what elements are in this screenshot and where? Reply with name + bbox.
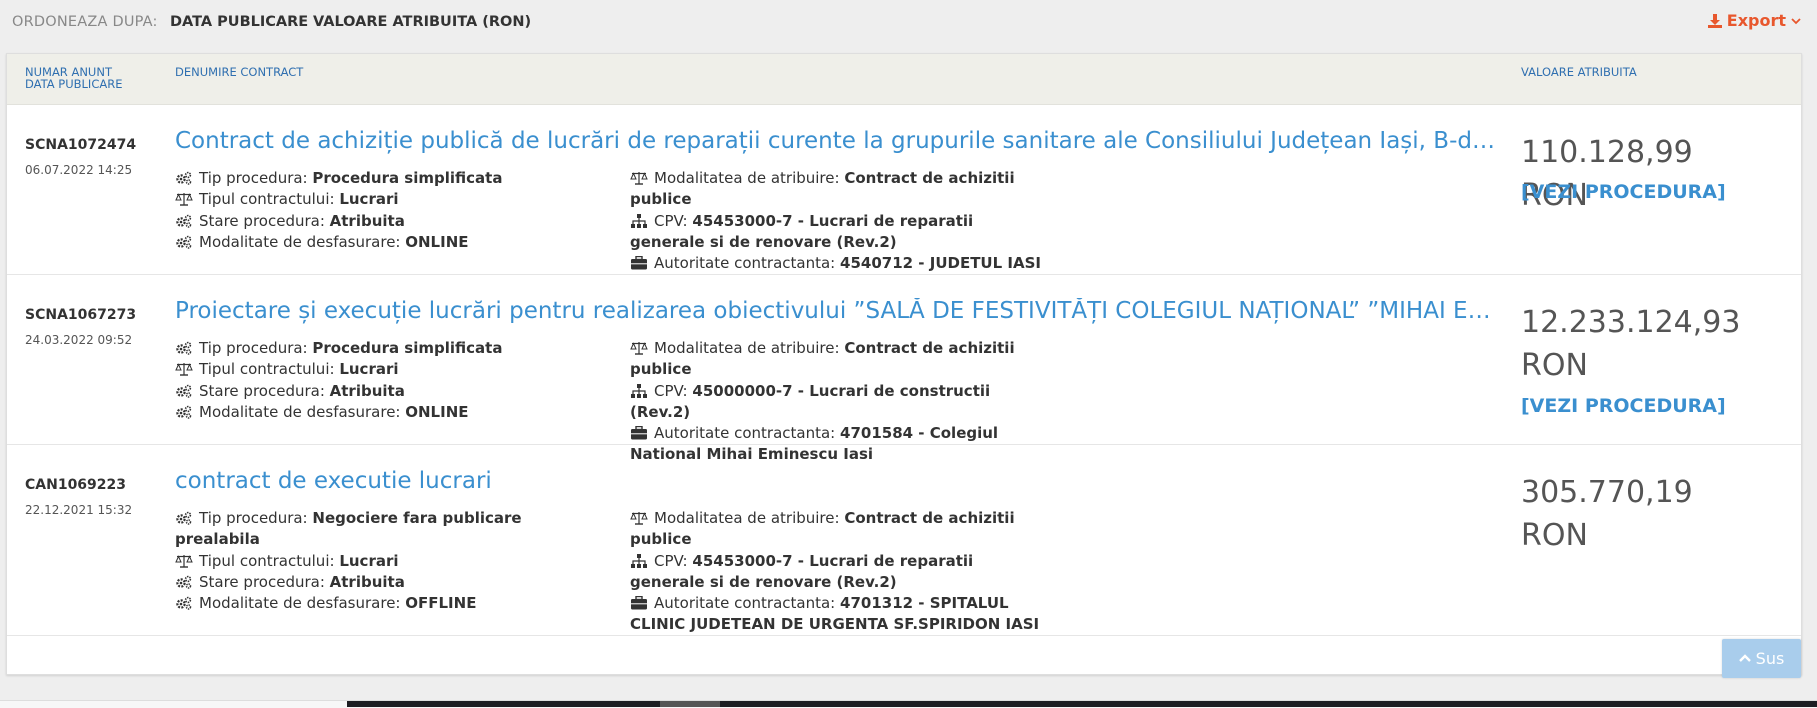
balance-icon: [175, 362, 193, 376]
detail-procedure-status: Stare procedura: Atribuita: [175, 381, 605, 402]
detail-contract-type: Tipul contractului: Lucrari: [175, 551, 605, 572]
gears-icon: [175, 596, 193, 610]
detail-cpv: CPV: 45453000-7 - Lucrari de reparatii g…: [630, 211, 974, 251]
detail-procedure-status: Stare procedura: Atribuita: [175, 211, 605, 232]
detail-procedure-type: Tip procedura: Procedura simplificata: [175, 338, 605, 359]
table-row: SCNA1072474 06.07.2022 14:25 Contract de…: [7, 105, 1801, 275]
awarded-value: 305.770,19 RON: [1521, 475, 1693, 553]
balance-icon: [630, 511, 648, 525]
procedure-details: Tip procedura: Procedura simplificata Ti…: [175, 338, 605, 423]
header-contract-name: DENUMIRE CONTRACT: [175, 65, 304, 79]
table-row: SCNA1067273 24.03.2022 09:52 Proiectare …: [7, 275, 1801, 463]
contract-title-link[interactable]: Proiectare și execuție lucrări pentru re…: [175, 298, 1509, 324]
balance-icon: [630, 171, 648, 185]
sort-by-value[interactable]: VALOARE ATRIBUITA (RON): [313, 14, 531, 30]
sort-by-date[interactable]: DATA PUBLICARE: [170, 14, 308, 30]
publication-date: 24.03.2022 09:52: [25, 333, 133, 347]
procedure-details: Tip procedura: Procedura simplificata Ti…: [175, 168, 605, 253]
bottom-bar-segment: [660, 701, 720, 707]
contract-title-link[interactable]: Contract de achiziție publică de lucrări…: [175, 128, 1509, 154]
award-details: Modalitatea de atribuire: Contract de ac…: [630, 508, 1050, 636]
balance-icon: [175, 192, 193, 206]
back-to-top-label: Sus: [1755, 649, 1785, 668]
detail-award-method: Modalitatea de atribuire: Contract de ac…: [630, 509, 1015, 549]
gears-icon: [175, 341, 193, 355]
bottom-bar: [347, 701, 1817, 707]
sort-label: ORDONEAZA DUPA:: [12, 14, 158, 30]
publication-date: 06.07.2022 14:25: [25, 163, 133, 177]
awarded-value: 12.233.124,93 RON: [1521, 305, 1741, 383]
gears-icon: [175, 235, 193, 249]
detail-procedure-mode: Modalitate de desfasurare: ONLINE: [175, 402, 605, 423]
detail-procedure-status: Stare procedura: Atribuita: [175, 572, 605, 593]
procedure-details: Tip procedura: Negociere fara publicare …: [175, 508, 605, 614]
announcement-number: CAN1069223: [25, 477, 127, 493]
gears-icon: [175, 171, 193, 185]
announcement-number: SCNA1067273: [25, 307, 137, 323]
export-label: Export: [1726, 11, 1786, 30]
detail-contracting-authority: Autoritate contractanta: 4701312 - SPITA…: [630, 594, 1040, 634]
view-procedure-link[interactable]: [VEZI PROCEDURA]: [1521, 395, 1726, 417]
award-details: Modalitatea de atribuire: Contract de ac…: [630, 168, 1050, 274]
detail-cpv: CPV: 45453000-7 - Lucrari de reparatii g…: [630, 551, 974, 591]
balance-icon: [630, 341, 648, 355]
view-procedure-link[interactable]: [VEZI PROCEDURA]: [1521, 181, 1726, 203]
detail-procedure-type: Tip procedura: Negociere fara publicare …: [175, 509, 522, 549]
gears-icon: [175, 384, 193, 398]
sitemap-icon: [630, 554, 648, 568]
header-date-label: DATA PUBLICARE: [25, 77, 123, 91]
sort-bar: ORDONEAZA DUPA: DATA PUBLICARE VALOARE A…: [0, 0, 1817, 46]
chevron-up-icon: [1738, 654, 1751, 662]
detail-contract-type: Tipul contractului: Lucrari: [175, 359, 605, 380]
detail-procedure-type: Tip procedura: Procedura simplificata: [175, 168, 605, 189]
briefcase-icon: [630, 596, 648, 610]
briefcase-icon: [630, 256, 648, 270]
header-announcement: NUMAR ANUNT DATA PUBLICARE: [25, 66, 122, 90]
balance-icon: [175, 554, 193, 568]
download-icon: [1707, 13, 1722, 28]
table-header: NUMAR ANUNT DATA PUBLICARE DENUMIRE CONT…: [7, 54, 1801, 105]
awarded-value: 110.128,99 RON: [1521, 135, 1693, 213]
detail-contracting-authority: Autoritate contractanta: 4540712 - JUDET…: [630, 253, 1050, 274]
sitemap-icon: [630, 214, 648, 228]
header-awarded-value: VALOARE ATRIBUITA: [1521, 65, 1637, 79]
gears-icon: [175, 575, 193, 589]
gears-icon: [175, 405, 193, 419]
results-panel: NUMAR ANUNT DATA PUBLICARE DENUMIRE CONT…: [6, 53, 1802, 675]
sitemap-icon: [630, 384, 648, 398]
briefcase-icon: [630, 426, 648, 440]
gears-icon: [175, 511, 193, 525]
detail-procedure-mode: Modalitate de desfasurare: OFFLINE: [175, 593, 605, 614]
table-row: CAN1069223 22.12.2021 15:32 contract de …: [7, 445, 1801, 636]
detail-cpv: CPV: 45000000-7 - Lucrari de constructii…: [630, 381, 991, 421]
contract-title-link[interactable]: contract de executie lucrari: [175, 468, 1509, 494]
detail-award-method: Modalitatea de atribuire: Contract de ac…: [630, 339, 1015, 379]
back-to-top-button[interactable]: Sus: [1722, 639, 1801, 678]
detail-procedure-mode: Modalitate de desfasurare: ONLINE: [175, 232, 605, 253]
chevron-down-icon: [1791, 17, 1801, 24]
publication-date: 22.12.2021 15:32: [25, 503, 133, 517]
detail-contract-type: Tipul contractului: Lucrari: [175, 189, 605, 210]
announcement-number: SCNA1072474: [25, 137, 137, 153]
export-button[interactable]: Export: [1707, 11, 1801, 30]
detail-award-method: Modalitatea de atribuire: Contract de ac…: [630, 169, 1015, 209]
gears-icon: [175, 214, 193, 228]
